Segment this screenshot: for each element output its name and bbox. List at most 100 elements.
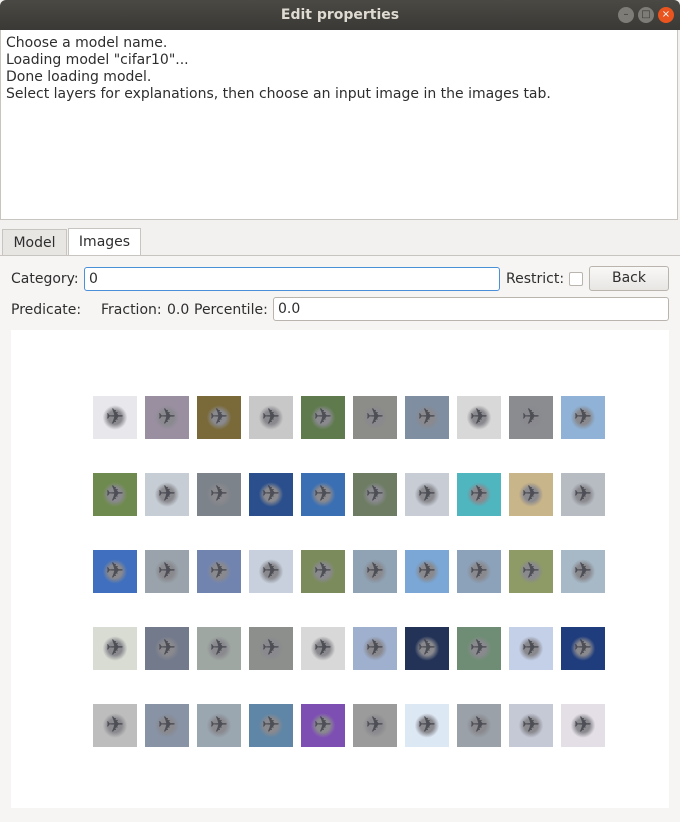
- image-thumbnail[interactable]: ✈: [509, 550, 553, 593]
- log-line: Choose a model name.: [6, 35, 168, 51]
- image-thumbnail[interactable]: ✈: [561, 473, 605, 516]
- airplane-icon: ✈: [105, 713, 125, 738]
- airplane-icon: ✈: [521, 636, 541, 661]
- image-thumbnail[interactable]: ✈: [93, 627, 137, 670]
- airplane-icon: ✈: [469, 559, 489, 584]
- airplane-icon: ✈: [209, 482, 229, 507]
- airplane-icon: ✈: [157, 713, 177, 738]
- back-button[interactable]: Back: [589, 266, 669, 291]
- airplane-icon: ✈: [261, 559, 281, 584]
- close-icon[interactable]: ×: [658, 7, 674, 23]
- percentile-label: Percentile:: [194, 302, 268, 318]
- image-thumbnail[interactable]: ✈: [93, 396, 137, 439]
- image-thumbnail[interactable]: ✈: [561, 627, 605, 670]
- category-label: Category:: [11, 271, 79, 287]
- image-thumbnail[interactable]: ✈: [93, 473, 137, 516]
- airplane-icon: ✈: [365, 482, 385, 507]
- image-thumbnail[interactable]: ✈: [509, 396, 553, 439]
- airplane-icon: ✈: [521, 405, 541, 430]
- image-thumbnail[interactable]: ✈: [145, 396, 189, 439]
- image-thumbnail[interactable]: ✈: [405, 627, 449, 670]
- airplane-icon: ✈: [469, 713, 489, 738]
- image-thumbnail[interactable]: ✈: [509, 627, 553, 670]
- airplane-icon: ✈: [417, 405, 437, 430]
- image-thumbnail[interactable]: ✈: [353, 627, 397, 670]
- airplane-icon: ✈: [209, 405, 229, 430]
- image-thumbnail[interactable]: ✈: [405, 396, 449, 439]
- airplane-icon: ✈: [105, 636, 125, 661]
- airplane-icon: ✈: [573, 482, 593, 507]
- restrict-checkbox[interactable]: [569, 272, 583, 286]
- maximize-icon[interactable]: □: [638, 7, 654, 23]
- tab-images[interactable]: Images: [68, 228, 141, 256]
- airplane-icon: ✈: [261, 713, 281, 738]
- image-thumbnail[interactable]: ✈: [457, 627, 501, 670]
- image-thumbnail[interactable]: ✈: [405, 550, 449, 593]
- airplane-icon: ✈: [313, 636, 333, 661]
- image-thumbnail[interactable]: ✈: [405, 704, 449, 747]
- airplane-icon: ✈: [313, 559, 333, 584]
- image-thumbnail[interactable]: ✈: [249, 627, 293, 670]
- image-thumbnail[interactable]: ✈: [93, 550, 137, 593]
- fraction-label: Fraction:: [101, 302, 162, 318]
- tab-model[interactable]: Model: [2, 229, 67, 255]
- airplane-icon: ✈: [209, 559, 229, 584]
- image-grid: ✈ ✈ ✈ ✈ ✈ ✈ ✈ ✈ ✈ ✈ ✈ ✈ ✈ ✈ ✈ ✈ ✈ ✈ ✈ ✈ ✈ ✈ ✈ ✈ ✈ ✈ ✈ ✈ ✈ ✈ ✈ ✈ ✈ ✈ ✈ ✈ ✈ ✈ ✈ ✈…: [11, 330, 669, 808]
- image-thumbnail[interactable]: ✈: [509, 473, 553, 516]
- image-thumbnail[interactable]: ✈: [353, 550, 397, 593]
- airplane-icon: ✈: [365, 405, 385, 430]
- airplane-icon: ✈: [573, 405, 593, 430]
- image-thumbnail[interactable]: ✈: [145, 473, 189, 516]
- image-thumbnail[interactable]: ✈: [353, 473, 397, 516]
- image-thumbnail[interactable]: ✈: [301, 396, 345, 439]
- airplane-icon: ✈: [365, 713, 385, 738]
- log-output[interactable]: Choose a model name. Loading model "cifa…: [0, 30, 678, 220]
- image-thumbnail[interactable]: ✈: [145, 627, 189, 670]
- image-thumbnail[interactable]: ✈: [249, 396, 293, 439]
- image-thumbnail[interactable]: ✈: [301, 627, 345, 670]
- airplane-icon: ✈: [573, 636, 593, 661]
- image-thumbnail[interactable]: ✈: [353, 396, 397, 439]
- image-thumbnail[interactable]: ✈: [197, 704, 241, 747]
- image-thumbnail[interactable]: ✈: [561, 550, 605, 593]
- airplane-icon: ✈: [573, 559, 593, 584]
- log-line: Done loading model.: [6, 69, 152, 85]
- minimize-icon[interactable]: –: [618, 7, 634, 23]
- airplane-icon: ✈: [365, 559, 385, 584]
- image-thumbnail[interactable]: ✈: [509, 704, 553, 747]
- image-thumbnail[interactable]: ✈: [93, 704, 137, 747]
- airplane-icon: ✈: [469, 405, 489, 430]
- image-thumbnail[interactable]: ✈: [249, 704, 293, 747]
- airplane-icon: ✈: [261, 482, 281, 507]
- image-thumbnail[interactable]: ✈: [301, 550, 345, 593]
- log-line: Select layers for explanations, then cho…: [6, 86, 551, 102]
- image-thumbnail[interactable]: ✈: [457, 396, 501, 439]
- image-thumbnail[interactable]: ✈: [301, 473, 345, 516]
- airplane-icon: ✈: [417, 636, 437, 661]
- image-thumbnail[interactable]: ✈: [145, 550, 189, 593]
- image-thumbnail[interactable]: ✈: [353, 704, 397, 747]
- percentile-input[interactable]: 0.0: [273, 297, 669, 321]
- airplane-icon: ✈: [417, 559, 437, 584]
- image-thumbnail[interactable]: ✈: [197, 550, 241, 593]
- image-thumbnail[interactable]: ✈: [249, 550, 293, 593]
- airplane-icon: ✈: [105, 405, 125, 430]
- image-thumbnail[interactable]: ✈: [457, 550, 501, 593]
- category-input[interactable]: 0: [84, 267, 500, 291]
- image-thumbnail[interactable]: ✈: [561, 704, 605, 747]
- image-thumbnail[interactable]: ✈: [145, 704, 189, 747]
- image-thumbnail[interactable]: ✈: [197, 627, 241, 670]
- image-thumbnail[interactable]: ✈: [197, 473, 241, 516]
- airplane-icon: ✈: [365, 636, 385, 661]
- image-thumbnail[interactable]: ✈: [457, 704, 501, 747]
- airplane-icon: ✈: [521, 482, 541, 507]
- image-thumbnail[interactable]: ✈: [561, 396, 605, 439]
- image-thumbnail[interactable]: ✈: [405, 473, 449, 516]
- airplane-icon: ✈: [261, 636, 281, 661]
- title-bar: Edit properties – □ ×: [0, 0, 680, 30]
- image-thumbnail[interactable]: ✈: [249, 473, 293, 516]
- image-thumbnail[interactable]: ✈: [457, 473, 501, 516]
- airplane-icon: ✈: [157, 482, 177, 507]
- image-thumbnail[interactable]: ✈: [301, 704, 345, 747]
- image-thumbnail[interactable]: ✈: [197, 396, 241, 439]
